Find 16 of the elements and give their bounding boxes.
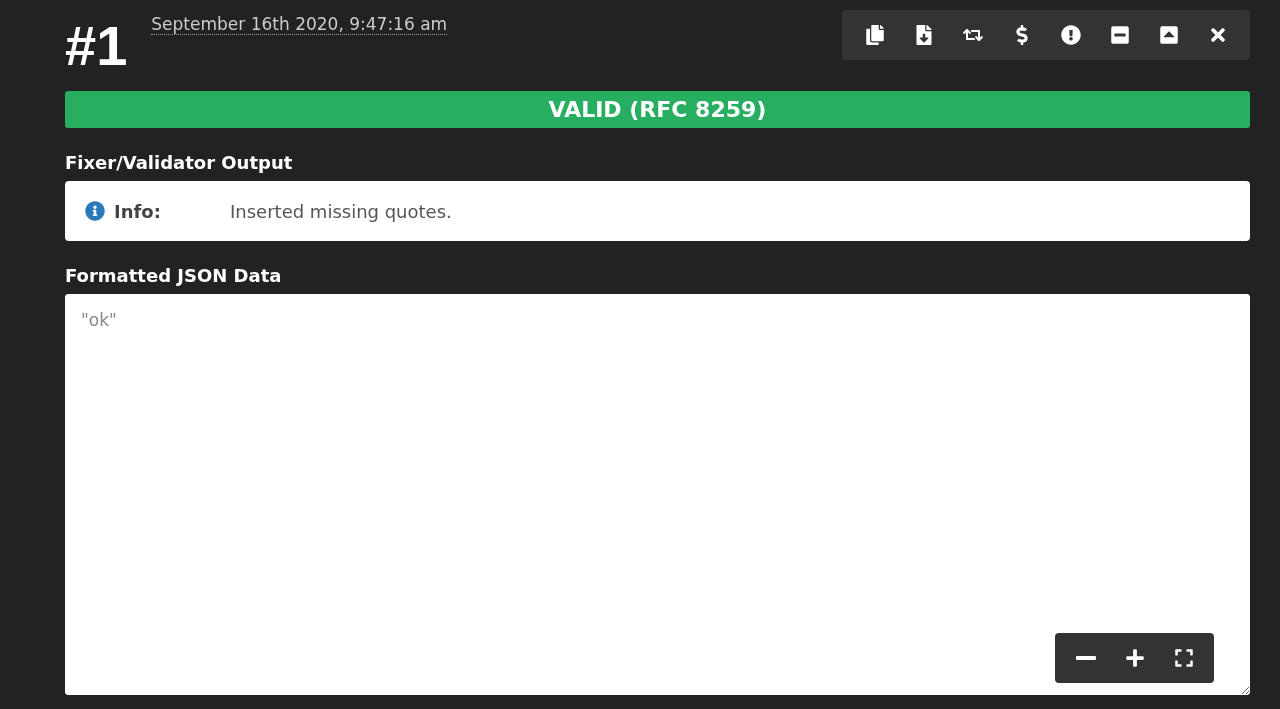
validity-banner: VALID (RFC 8259) <box>65 91 1250 128</box>
collapse-icon <box>1158 25 1179 45</box>
entry-number: #1 <box>65 18 128 74</box>
message-text: Inserted missing quotes. <box>230 200 452 222</box>
copy-icon <box>864 25 885 45</box>
message-label: Info: <box>114 200 162 222</box>
minimize-icon <box>1109 25 1130 45</box>
info-icon <box>85 201 105 221</box>
fullscreen-icon <box>1173 648 1194 668</box>
section-heading: Fixer/Validator Output <box>65 152 294 173</box>
section-heading: Formatted JSON Data <box>65 265 283 286</box>
exclamation-icon <box>1060 25 1081 45</box>
zoom-in-icon <box>1124 648 1145 668</box>
timestamp: September 16th 2020, 9:47:16 am <box>151 14 448 36</box>
zoom-out-icon <box>1075 656 1096 660</box>
json-editor[interactable]: "ok" <box>65 294 1250 695</box>
